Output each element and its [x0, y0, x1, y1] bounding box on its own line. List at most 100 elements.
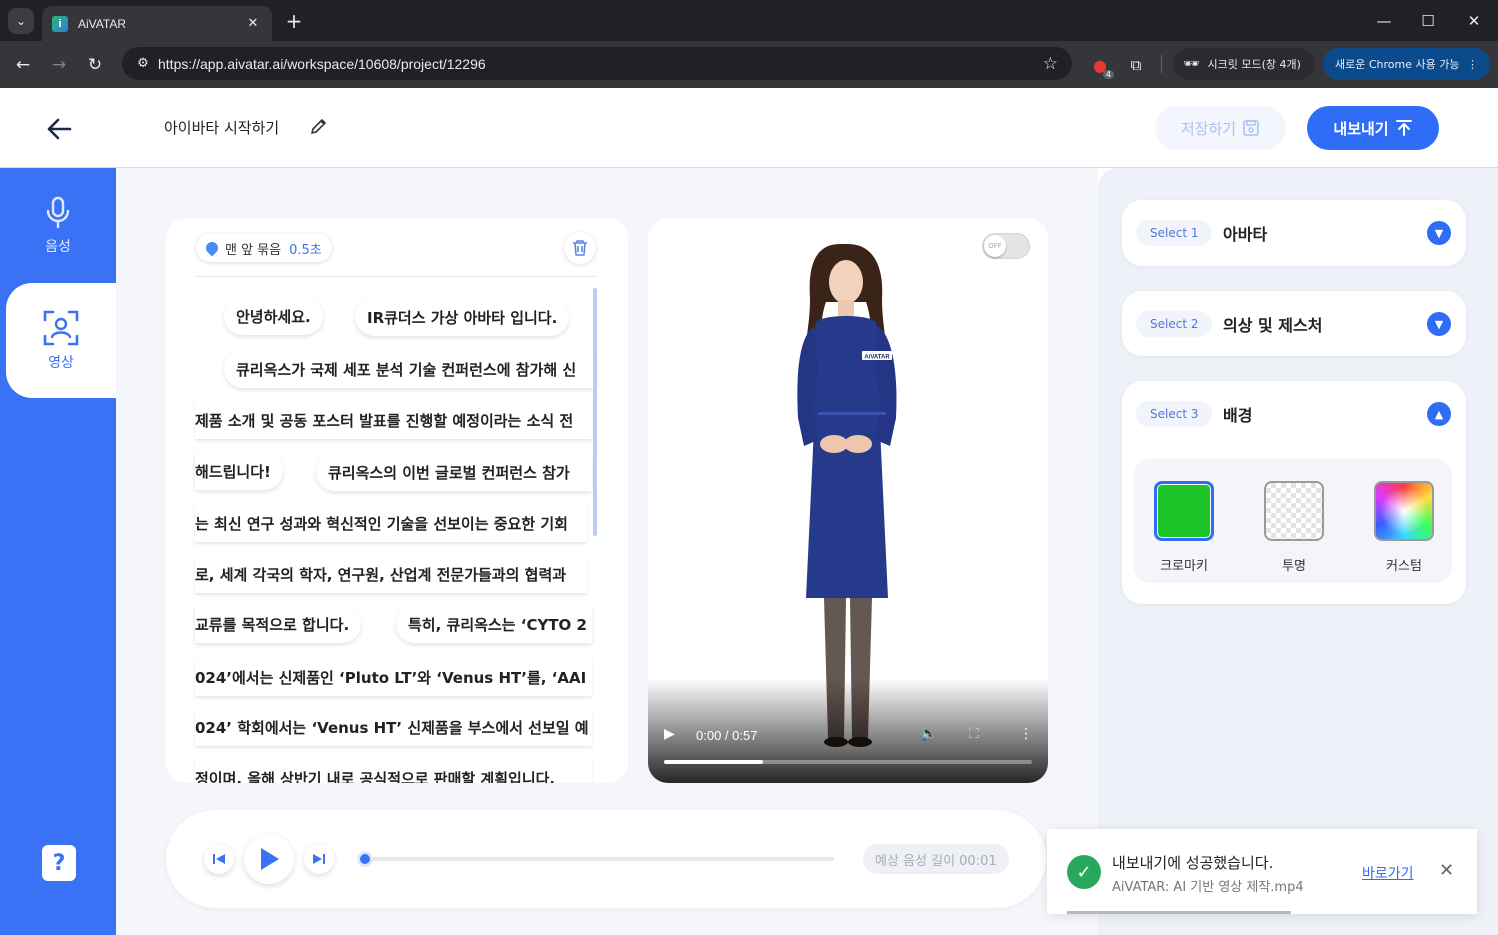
script-sentence[interactable]: 큐리옥스의 이번 글로벌 컨퍼런스 참가 — [316, 453, 592, 491]
panel-title: 아바타 — [1223, 225, 1268, 244]
step-badge: Select 2 — [1136, 311, 1213, 337]
toggle-knob: OFF — [984, 235, 1006, 257]
audio-player-bar: 예상 음성 길이 00:01 — [166, 810, 1046, 908]
script-sentence[interactable]: 024’에서는 신제품인 ‘Pluto LT’와 ‘Venus HT’를, ‘A… — [195, 658, 592, 696]
left-sidebar: 음성 영상 — [0, 168, 116, 935]
script-sentence[interactable]: 는 최신 연구 성과와 혁신적인 기술을 선보이는 중요한 기회 — [195, 504, 587, 542]
script-card: 맨 앞 묶음 0.5초 안녕하세요. IR큐더스 가상 아바타 입니다. 큐리옥… — [166, 218, 628, 783]
address-bar[interactable]: ⚙ https://app.aivatar.ai/workspace/10608… — [122, 47, 1072, 80]
tab-search-button[interactable]: ⌄ — [8, 8, 34, 34]
video-time: 0:00 / 0:57 — [696, 728, 758, 743]
bg-option-label: 투명 — [1282, 559, 1306, 574]
minimize-icon[interactable]: — — [1371, 8, 1397, 34]
audio-progress-track[interactable] — [364, 857, 834, 861]
export-success-toast: ✓ 내보내기에 성공했습니다. AiVATAR: AI 기반 영상 제작.mp4… — [1047, 829, 1477, 914]
panel-avatar[interactable]: Select 1 아바타 ▼ — [1122, 200, 1466, 266]
toolbar-divider — [1161, 55, 1162, 73]
script-sentence[interactable]: 특히, 큐리옥스는 ‘CYTO 2 — [396, 605, 592, 643]
video-play-icon[interactable]: ▶ — [664, 726, 675, 742]
save-label: 저장하기 — [1180, 119, 1237, 138]
script-sentence[interactable]: 정이며, 올해 상반기 내로 공식적으로 판매할 계획입니다. — [195, 759, 592, 783]
step-badge: Select 1 — [1136, 220, 1213, 246]
fullscreen-icon[interactable]: ⛶ — [969, 726, 979, 742]
script-sentence[interactable]: 로, 세계 각국의 학자, 연구원, 산업계 전문가들과의 협력과 — [195, 555, 587, 593]
volume-icon[interactable]: 🔈 — [920, 726, 937, 742]
play-button[interactable] — [244, 834, 294, 884]
tab-close-icon[interactable]: ✕ — [244, 16, 262, 31]
project-title: 아이바타 시작하기 — [164, 119, 280, 137]
new-tab-button[interactable]: + — [282, 9, 306, 33]
bookmark-star-icon[interactable]: ☆ — [1043, 54, 1058, 74]
script-sentence[interactable]: 024’ 학회에서는 ‘Venus HT’ 신제품을 부스에서 선보일 예 — [195, 708, 592, 746]
incognito-label: 시크릿 모드(창 4개) — [1207, 58, 1301, 71]
sidebar-item-voice[interactable]: 음성 — [0, 168, 116, 283]
help-icon[interactable]: ? — [42, 845, 76, 881]
toast-title: 내보내기에 성공했습니다. — [1112, 854, 1274, 872]
script-sentence[interactable]: 교류를 목적으로 합니다. — [195, 605, 362, 643]
maximize-icon[interactable]: ☐ — [1415, 8, 1441, 34]
success-check-icon: ✓ — [1067, 855, 1101, 889]
panel-outfit-gesture[interactable]: Select 2 의상 및 제스처 ▼ — [1122, 291, 1466, 356]
pencil-edit-icon[interactable] — [308, 115, 330, 137]
sidebar-item-video[interactable]: 영상 — [6, 283, 116, 398]
chromakey-swatch[interactable] — [1154, 481, 1214, 541]
save-button[interactable]: 저장하기 — [1155, 106, 1286, 150]
custom-color-swatch[interactable] — [1374, 481, 1434, 541]
sidebar-item-label: 영상 — [48, 354, 74, 371]
aivatar-favicon-icon: i — [52, 15, 68, 32]
url-text[interactable]: https://app.aivatar.ai/workspace/10608/p… — [158, 56, 1043, 72]
bg-option-label: 크로마키 — [1160, 559, 1208, 574]
toast-close-icon[interactable]: ✕ — [1439, 860, 1454, 881]
chevron-down-icon[interactable]: ▼ — [1427, 221, 1451, 245]
skip-next-icon[interactable] — [304, 844, 334, 874]
incognito-indicator[interactable]: 🕶 시크릿 모드(창 4개) — [1173, 48, 1315, 80]
site-info-icon[interactable]: ⚙ — [132, 56, 154, 71]
video-preview[interactable]: AiVATAR OFF ▶ 0:00 / 0:57 🔈 ⛶ ⋮ — [648, 218, 1048, 783]
floppy-disk-icon — [1243, 120, 1259, 136]
microphone-icon — [46, 196, 70, 228]
window-close-icon[interactable]: ✕ — [1461, 8, 1487, 34]
panel-title: 배경 — [1223, 406, 1253, 425]
browser-tabstrip: ⌄ i AiVATAR ✕ + — ☐ ✕ — [0, 0, 1498, 41]
script-sentence[interactable]: 큐리옥스가 국제 세포 분석 기술 컨퍼런스에 참가해 신 — [224, 350, 596, 388]
script-sentence[interactable]: 제품 소개 및 공동 포스터 발표를 진행할 예정이라는 소식 전 — [195, 401, 592, 439]
reload-icon[interactable]: ↻ — [82, 52, 108, 78]
script-scrollbar[interactable] — [593, 288, 597, 536]
toast-filename: AiVATAR: AI 기반 영상 제작.mp4 — [1112, 880, 1304, 895]
script-sentence[interactable]: IR큐더스 가상 아바타 입니다. — [355, 298, 570, 336]
script-sentence[interactable]: 안녕하세요. — [224, 297, 323, 335]
avatar-scan-icon — [43, 310, 79, 345]
toast-timer-bar — [1067, 911, 1291, 914]
app-header: 아이바타 시작하기 저장하기 내보내기 — [0, 88, 1498, 168]
bg-option-chromakey[interactable]: 크로마키 — [1154, 481, 1214, 574]
toast-goto-link[interactable]: 바로가기 — [1362, 863, 1414, 883]
skip-previous-icon[interactable] — [204, 844, 234, 874]
incognito-icon: 🕶 — [1183, 56, 1200, 72]
audio-progress-thumb[interactable] — [357, 851, 373, 867]
bg-option-label: 커스텀 — [1386, 559, 1422, 574]
chrome-update-button[interactable]: 새로운 Chrome 사용 가능 ⋮ — [1323, 48, 1490, 80]
back-icon[interactable]: ← — [10, 52, 36, 78]
bg-option-transparent[interactable]: 투명 — [1264, 481, 1324, 574]
chevron-up-icon[interactable]: ▲ — [1427, 402, 1451, 426]
step-badge: Select 3 — [1136, 401, 1213, 427]
extension-badge: 4 — [1102, 70, 1114, 79]
app-back-arrow-icon[interactable] — [44, 114, 74, 144]
script-sentence[interactable]: 해드립니다! — [195, 452, 283, 490]
extension-red-icon[interactable]: ● 4 — [1088, 53, 1114, 79]
chevron-down-icon[interactable]: ▼ — [1427, 312, 1451, 336]
panel-background[interactable]: Select 3 배경 ▲ 크로마키 투명 커스텀 — [1122, 381, 1466, 604]
browser-tab[interactable]: i AiVATAR ✕ — [42, 6, 272, 41]
bg-option-custom[interactable]: 커스텀 — [1374, 481, 1434, 574]
chrome-update-label: 새로운 Chrome 사용 가능 — [1335, 58, 1460, 71]
export-button[interactable]: 내보내기 — [1307, 106, 1439, 150]
forward-icon[interactable]: → — [46, 52, 72, 78]
preview-toggle[interactable]: OFF — [982, 233, 1030, 259]
kebab-menu-icon: ⋮ — [1467, 57, 1478, 71]
video-more-icon[interactable]: ⋮ — [1019, 726, 1033, 742]
tab-title: AiVATAR — [78, 16, 127, 31]
video-progress-bar[interactable] — [664, 760, 1032, 764]
estimated-duration: 예상 음성 길이 00:01 — [863, 844, 1009, 874]
extensions-puzzle-icon[interactable]: ⧉ — [1124, 53, 1148, 77]
transparent-swatch[interactable] — [1264, 481, 1324, 541]
